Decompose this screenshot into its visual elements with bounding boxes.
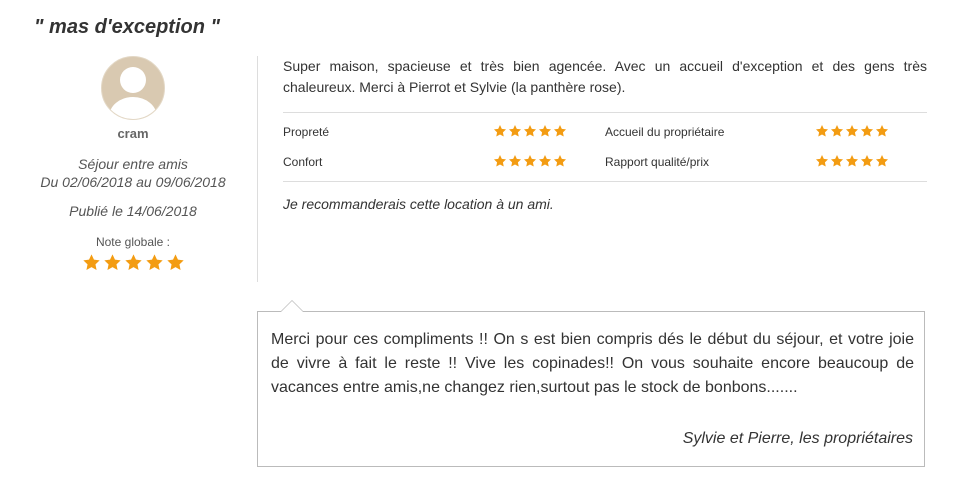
star-icon — [875, 154, 889, 166]
reviewer-panel: cram Séjour entre amis Du 02/06/2018 au … — [20, 56, 246, 277]
avatar — [101, 56, 165, 120]
review-text: Super maison, spacieuse et très bien age… — [283, 58, 927, 95]
star-icon — [523, 154, 537, 166]
rating-stars-rapport — [815, 154, 927, 171]
star-icon — [103, 254, 121, 270]
star-icon — [860, 154, 874, 166]
star-icon — [553, 124, 567, 136]
rating-stars-proprete — [493, 124, 605, 141]
owner-reply-signature: Sylvie et Pierre, les propriétaires — [682, 430, 913, 447]
star-icon — [845, 124, 859, 136]
published-date: Publié le 14/06/2018 — [69, 203, 197, 219]
star-icon — [875, 124, 889, 136]
rating-label-confort: Confort — [283, 155, 323, 169]
star-icon — [508, 154, 522, 166]
divider — [257, 56, 258, 282]
ratings-row: Confort Rapport qualité/prix — [283, 147, 927, 177]
star-icon — [538, 154, 552, 166]
star-icon — [508, 124, 522, 136]
trip-type: Séjour entre amis — [78, 156, 188, 172]
review-title: " mas d'exception " — [34, 16, 220, 38]
star-icon — [553, 154, 567, 166]
star-icon — [82, 254, 100, 270]
star-icon — [830, 154, 844, 166]
rating-label-proprete: Propreté — [283, 125, 330, 139]
star-icon — [815, 154, 829, 166]
ratings-table: Propreté Accueil du propriétaire Confort… — [283, 112, 927, 182]
star-icon — [830, 124, 844, 136]
star-icon — [124, 254, 142, 270]
ratings-row: Propreté Accueil du propriétaire — [283, 117, 927, 147]
stay-dates: Du 02/06/2018 au 09/06/2018 — [40, 174, 226, 190]
rating-label-accueil: Accueil du propriétaire — [605, 125, 725, 139]
star-icon — [493, 124, 507, 136]
reviewer-name: cram — [117, 126, 149, 141]
star-icon — [493, 154, 507, 166]
reply-arrow — [280, 300, 304, 312]
star-icon — [860, 124, 874, 136]
overall-rating-label: Note globale : — [95, 235, 171, 249]
star-icon — [845, 154, 859, 166]
star-icon — [145, 254, 163, 270]
review-body: Super maison, spacieuse et très bien age… — [283, 56, 927, 212]
recommendation-text: Je recommanderais cette location à un am… — [283, 196, 554, 212]
owner-reply-text: Merci pour ces compliments !! On s est b… — [271, 331, 914, 396]
owner-reply-box: Merci pour ces compliments !! On s est b… — [257, 300, 925, 467]
star-icon — [538, 124, 552, 136]
overall-rating-stars — [20, 253, 246, 277]
star-icon — [523, 124, 537, 136]
rating-stars-accueil — [815, 124, 927, 141]
rating-label-rapport: Rapport qualité/prix — [605, 155, 710, 169]
star-icon — [815, 124, 829, 136]
rating-stars-confort — [493, 154, 605, 171]
stay-info: Séjour entre amis Du 02/06/2018 au 09/06… — [20, 155, 246, 191]
star-icon — [166, 254, 184, 270]
